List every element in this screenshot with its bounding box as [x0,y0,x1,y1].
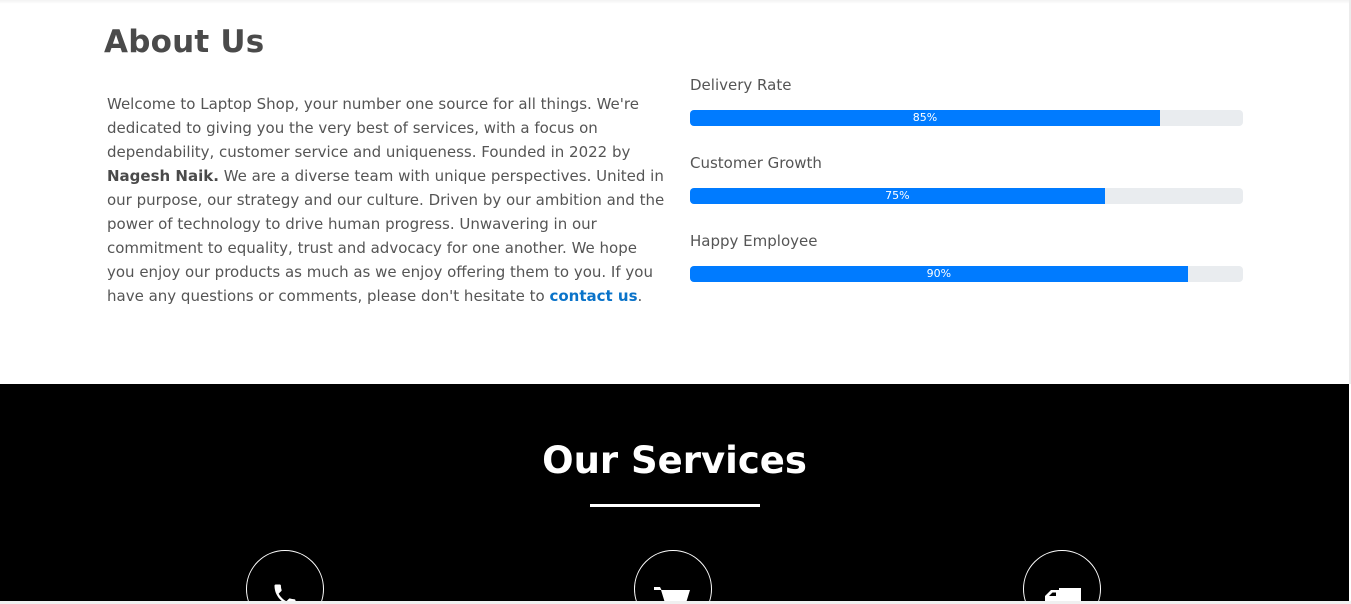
about-title: About Us [104,24,265,60]
stat-label: Happy Employee [690,232,818,250]
progress-bar: 75% [690,188,1243,204]
progress-fill: 85% [690,110,1161,126]
service-phone[interactable] [246,550,324,604]
about-text-end: . [637,287,643,305]
contact-us-link[interactable]: contact us [549,287,637,305]
stat-label: Customer Growth [690,154,822,172]
stat-label: Delivery Rate [690,76,792,94]
stats-panel: Delivery Rate 85% Customer Growth 75% Ha… [690,74,1243,308]
header-shadow [0,0,1351,4]
stat-happy-employee: Happy Employee 90% [690,230,1243,282]
services-section: Our Services [0,384,1349,604]
stat-customer-growth: Customer Growth 75% [690,152,1243,204]
progress-fill: 75% [690,188,1105,204]
progress-bar: 85% [690,110,1243,126]
founder-name: Nagesh Naik. [107,167,219,185]
services-title: Our Services [542,439,807,482]
service-delivery[interactable] [1023,550,1101,604]
about-text-body: We are a diverse team with unique perspe… [107,167,665,305]
about-paragraph: Welcome to Laptop Shop, your number one … [107,92,665,308]
stat-delivery-rate: Delivery Rate 85% [690,74,1243,126]
progress-fill: 90% [690,266,1188,282]
about-text-intro: Welcome to Laptop Shop, your number one … [107,95,639,161]
title-underline [590,504,760,507]
progress-bar: 90% [690,266,1243,282]
service-cart[interactable] [634,550,712,604]
